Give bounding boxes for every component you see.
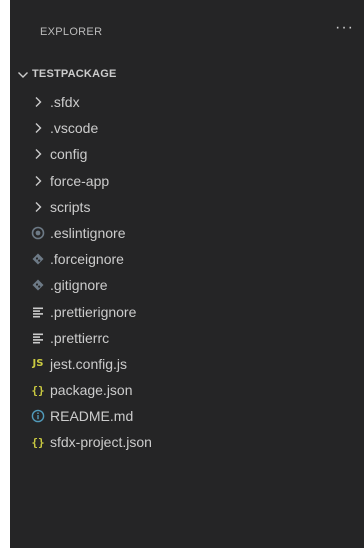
chevron-right-icon — [31, 121, 45, 135]
diamond-icon — [31, 252, 45, 266]
explorer-header: EXPLORER ··· — [10, 0, 364, 64]
tree-item-label: README.md — [50, 408, 134, 425]
eslint-icon — [31, 226, 45, 240]
tree-item-label: package.json — [50, 382, 133, 399]
tree-item-prettierrc[interactable]: .prettierrc — [10, 325, 364, 351]
chevron-right-icon — [31, 95, 45, 109]
tree-item-label: .prettierignore — [50, 303, 137, 320]
chevron-right-icon — [31, 174, 45, 188]
tree-item-label: scripts — [50, 198, 91, 215]
more-actions-icon[interactable]: ··· — [335, 19, 354, 37]
tree-item-label: .sfdx — [50, 94, 80, 110]
info-icon — [31, 409, 45, 423]
tree-item-label: force-app — [50, 172, 110, 189]
tree-item-label: .eslintignore — [50, 224, 126, 241]
json-braces-icon: {} — [31, 383, 45, 397]
diamond-icon — [31, 278, 45, 292]
tree-item-label: .gitignore — [50, 277, 108, 294]
tree-item-gitignore[interactable]: .gitignore — [10, 272, 364, 298]
chevron-right-icon — [31, 200, 45, 214]
tree-item-prettierignore[interactable]: .prettierignore — [10, 299, 364, 325]
chevron-down-icon — [18, 72, 28, 78]
workspace-root[interactable]: TESTPACKAGE — [10, 64, 364, 86]
tree-item-force-app[interactable]: force-app — [10, 168, 364, 194]
explorer-title: EXPLORER — [40, 26, 103, 38]
explorer-panel: EXPLORER ··· TESTPACKAGE .sfdx .vscode c… — [10, 0, 364, 548]
tree-item-scripts[interactable]: scripts — [10, 194, 364, 220]
tree-item-forceignore[interactable]: .forceignore — [10, 246, 364, 272]
tree-item-vscode[interactable]: .vscode — [10, 115, 364, 141]
tree-item-sfdx-project-json[interactable]: {} sfdx-project.json — [10, 429, 364, 455]
tree-item-label: config — [50, 146, 88, 163]
tree-item-eslintignore[interactable]: .eslintignore — [10, 220, 364, 246]
tree-item-readme[interactable]: README.md — [10, 403, 364, 429]
tree-item-label: jest.config.js — [50, 355, 128, 372]
tree-item-label: .forceignore — [50, 251, 124, 268]
file-tree: .sfdx .vscode config force-app scripts .… — [10, 89, 364, 456]
chevron-right-icon — [31, 147, 45, 161]
tree-item-jest-config[interactable]: JS jest.config.js — [10, 351, 364, 377]
tree-item-label: .vscode — [50, 120, 99, 137]
tree-item-config[interactable]: config — [10, 141, 364, 167]
tree-item-label: .prettierrc — [50, 329, 110, 346]
js-icon: JS — [32, 358, 44, 370]
lines-icon — [31, 331, 45, 345]
tree-item-sfdx[interactable]: .sfdx — [10, 89, 364, 115]
lines-icon — [31, 305, 45, 319]
workspace-root-label: TESTPACKAGE — [32, 68, 117, 80]
tree-item-package-json[interactable]: {} package.json — [10, 377, 364, 403]
tree-item-label: sfdx-project.json — [50, 434, 152, 451]
json-braces-icon: {} — [31, 435, 45, 449]
